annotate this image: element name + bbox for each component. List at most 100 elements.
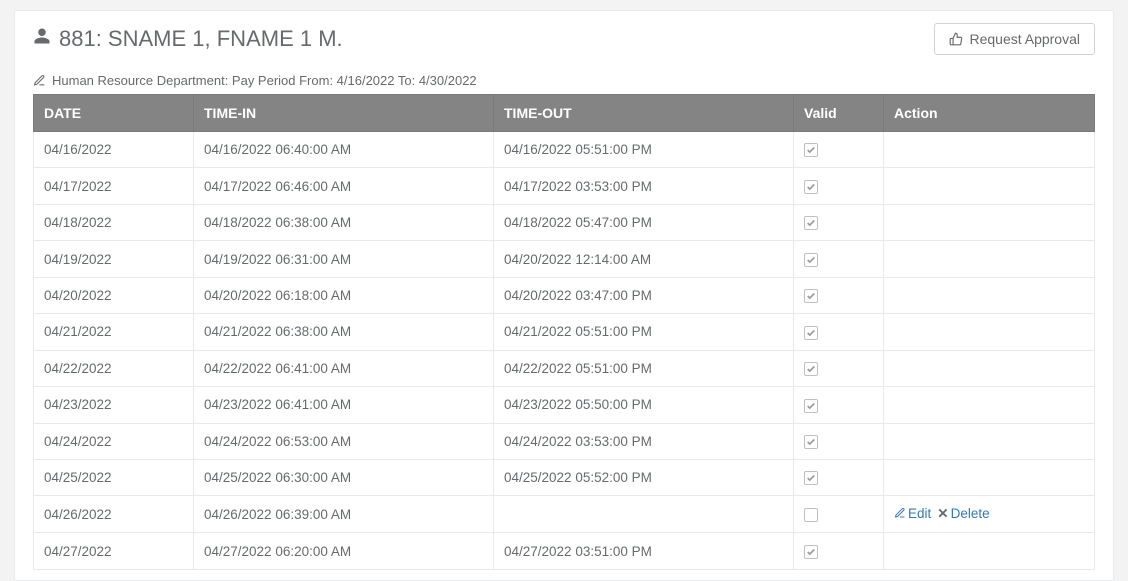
cell-date: 04/18/2022 <box>34 204 194 240</box>
cell-date: 04/25/2022 <box>34 459 194 495</box>
cell-date: 04/21/2022 <box>34 314 194 350</box>
cell-action <box>884 533 1095 569</box>
cell-time-out: 04/17/2022 03:53:00 PM <box>494 168 794 204</box>
cell-date: 04/20/2022 <box>34 277 194 313</box>
cell-action: Edit ✕Delete <box>884 496 1095 533</box>
valid-checkbox <box>804 435 818 449</box>
cell-action <box>884 314 1095 350</box>
cell-time-out: 04/22/2022 05:51:00 PM <box>494 350 794 386</box>
valid-checkbox <box>804 399 818 413</box>
cell-date: 04/24/2022 <box>34 423 194 459</box>
cell-time-out: 04/21/2022 05:51:00 PM <box>494 314 794 350</box>
user-icon <box>33 25 51 51</box>
cell-action <box>884 132 1095 168</box>
cell-time-in: 04/21/2022 06:38:00 AM <box>194 314 494 350</box>
cell-time-out: 04/20/2022 03:47:00 PM <box>494 277 794 313</box>
cell-action <box>884 241 1095 277</box>
col-header-valid: Valid <box>794 95 884 132</box>
table-body: 04/16/202204/16/2022 06:40:00 AM04/16/20… <box>34 132 1095 570</box>
table-row: 04/19/202204/19/2022 06:31:00 AM04/20/20… <box>34 241 1095 277</box>
valid-checkbox <box>804 143 818 157</box>
cell-time-out <box>494 496 794 533</box>
cell-time-out: 04/16/2022 05:51:00 PM <box>494 132 794 168</box>
table-row: 04/20/202204/20/2022 06:18:00 AM04/20/20… <box>34 277 1095 313</box>
caption-line: Human Resource Department: Pay Period Fr… <box>33 73 1095 88</box>
col-header-date: DATE <box>34 95 194 132</box>
cell-valid <box>794 314 884 350</box>
table-row: 04/25/202204/25/2022 06:30:00 AM04/25/20… <box>34 459 1095 495</box>
cell-time-out: 04/27/2022 03:51:00 PM <box>494 533 794 569</box>
panel-header: 881: SNAME 1, FNAME 1 M. Request Approva… <box>15 11 1113 67</box>
valid-checkbox <box>804 471 818 485</box>
table-row: 04/21/202204/21/2022 06:38:00 AM04/21/20… <box>34 314 1095 350</box>
cell-action <box>884 168 1095 204</box>
cell-action <box>884 459 1095 495</box>
edit-link[interactable]: Edit <box>908 506 931 521</box>
valid-checkbox <box>804 289 818 303</box>
cell-time-out: 04/25/2022 05:52:00 PM <box>494 459 794 495</box>
col-header-time-in: TIME-IN <box>194 95 494 132</box>
table-row: 04/24/202204/24/2022 06:53:00 AM04/24/20… <box>34 423 1095 459</box>
valid-checkbox <box>804 508 818 522</box>
cell-time-out: 04/24/2022 03:53:00 PM <box>494 423 794 459</box>
edit-icon <box>33 74 46 87</box>
delete-link[interactable]: Delete <box>951 506 990 521</box>
cell-time-out: 04/20/2022 12:14:00 AM <box>494 241 794 277</box>
cell-valid <box>794 423 884 459</box>
table-row: 04/23/202204/23/2022 06:41:00 AM04/23/20… <box>34 387 1095 423</box>
cell-date: 04/19/2022 <box>34 241 194 277</box>
valid-checkbox <box>804 545 818 559</box>
employee-title: 881: SNAME 1, FNAME 1 M. <box>33 26 343 52</box>
valid-checkbox <box>804 362 818 376</box>
cell-date: 04/16/2022 <box>34 132 194 168</box>
cell-valid <box>794 132 884 168</box>
col-header-time-out: TIME-OUT <box>494 95 794 132</box>
cell-action <box>884 423 1095 459</box>
cell-time-in: 04/19/2022 06:31:00 AM <box>194 241 494 277</box>
cell-action <box>884 204 1095 240</box>
table-row: 04/22/202204/22/2022 06:41:00 AM04/22/20… <box>34 350 1095 386</box>
cell-action <box>884 277 1095 313</box>
request-approval-button[interactable]: Request Approval <box>934 23 1095 55</box>
employee-panel: 881: SNAME 1, FNAME 1 M. Request Approva… <box>14 10 1114 581</box>
cell-date: 04/27/2022 <box>34 533 194 569</box>
cell-time-in: 04/16/2022 06:40:00 AM <box>194 132 494 168</box>
cell-time-in: 04/23/2022 06:41:00 AM <box>194 387 494 423</box>
cell-time-in: 04/22/2022 06:41:00 AM <box>194 350 494 386</box>
table-row: 04/16/202204/16/2022 06:40:00 AM04/16/20… <box>34 132 1095 168</box>
caption-text: Human Resource Department: Pay Period Fr… <box>52 73 477 88</box>
valid-checkbox <box>804 216 818 230</box>
cell-valid <box>794 533 884 569</box>
close-icon: ✕ <box>937 506 948 521</box>
cell-time-in: 04/27/2022 06:20:00 AM <box>194 533 494 569</box>
table-row: 04/18/202204/18/2022 06:38:00 AM04/18/20… <box>34 204 1095 240</box>
cell-valid <box>794 168 884 204</box>
cell-date: 04/23/2022 <box>34 387 194 423</box>
cell-valid <box>794 241 884 277</box>
cell-time-in: 04/18/2022 06:38:00 AM <box>194 204 494 240</box>
table-header-row: DATE TIME-IN TIME-OUT Valid Action <box>34 95 1095 132</box>
cell-time-in: 04/20/2022 06:18:00 AM <box>194 277 494 313</box>
edit-icon <box>894 507 906 519</box>
cell-valid <box>794 204 884 240</box>
cell-valid <box>794 459 884 495</box>
table-row: 04/27/202204/27/2022 06:20:00 AM04/27/20… <box>34 533 1095 569</box>
cell-action <box>884 350 1095 386</box>
cell-time-out: 04/23/2022 05:50:00 PM <box>494 387 794 423</box>
cell-time-in: 04/26/2022 06:39:00 AM <box>194 496 494 533</box>
col-header-action: Action <box>884 95 1095 132</box>
valid-checkbox <box>804 253 818 267</box>
panel-body: Human Resource Department: Pay Period Fr… <box>15 67 1113 580</box>
cell-valid <box>794 496 884 533</box>
cell-valid <box>794 387 884 423</box>
employee-title-text: 881: SNAME 1, FNAME 1 M. <box>59 26 343 52</box>
timesheet-table: DATE TIME-IN TIME-OUT Valid Action 04/16… <box>33 94 1095 570</box>
cell-date: 04/26/2022 <box>34 496 194 533</box>
table-row: 04/26/202204/26/2022 06:39:00 AM Edit ✕Del… <box>34 496 1095 533</box>
thumbs-up-icon <box>949 32 963 46</box>
cell-action <box>884 387 1095 423</box>
request-approval-label: Request Approval <box>969 31 1080 47</box>
cell-time-in: 04/24/2022 06:53:00 AM <box>194 423 494 459</box>
cell-time-in: 04/25/2022 06:30:00 AM <box>194 459 494 495</box>
cell-date: 04/22/2022 <box>34 350 194 386</box>
